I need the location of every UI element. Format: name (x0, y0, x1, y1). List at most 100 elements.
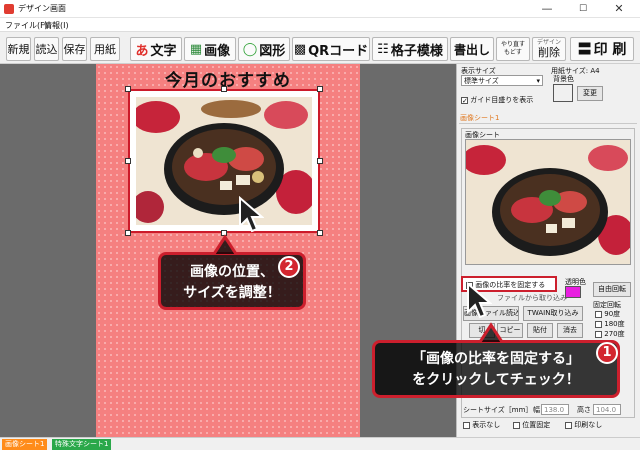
guide-checkbox[interactable]: ✓ (461, 96, 468, 104)
bg-color-swatch[interactable] (553, 84, 573, 102)
sheet-size-label: シートサイズ［mm］ (463, 406, 533, 414)
mouse-cursor-icon (467, 282, 492, 319)
toolbar: 新規 読込 保存 用紙 あ 文字 ▦ 画像 ◯ 図形 ▩ QRコード ☷ 格子模… (0, 32, 640, 64)
callout-adjust-line2: サイズを調整！ (183, 285, 281, 301)
width-input[interactable]: 138.0 (541, 404, 569, 415)
status-bar: 画像シート1 特殊文字シート1 (0, 437, 640, 450)
guide-checkbox-row[interactable]: ✓ ガイド目盛りを表示 (461, 95, 533, 105)
rotate-270-label: 270度 (604, 330, 625, 338)
twain-button[interactable]: TWAIN取り込み (523, 306, 583, 321)
design-delete-label: 削除 (538, 46, 560, 59)
resize-handle-se[interactable] (317, 230, 323, 236)
image-object[interactable] (128, 89, 320, 233)
menu-file[interactable]: ファイル(F) (5, 20, 48, 31)
sukiyaki-illustration (136, 97, 312, 225)
hide-row[interactable]: 表示なし (463, 420, 500, 430)
resize-handle-e[interactable] (317, 158, 323, 164)
resize-handle-sw[interactable] (125, 230, 131, 236)
change-color-button[interactable]: 変更 (577, 86, 603, 101)
qrcode-icon: ▩ (293, 41, 307, 57)
qrcode-tool-label: QRコード (308, 43, 369, 59)
lattice-tool-button[interactable]: ☷ 格子模様 (372, 37, 448, 61)
resize-handle-n[interactable] (221, 86, 227, 92)
pos-lock-checkbox[interactable] (513, 421, 520, 429)
image-tool-label: 画像 (204, 43, 231, 59)
qrcode-tool-button[interactable]: ▩ QRコード (292, 37, 370, 61)
image-preview (465, 139, 631, 265)
close-button[interactable]: ✕ (604, 0, 634, 18)
no-print-label: 印刷なし (574, 421, 603, 429)
undo-redo-button[interactable]: やり直す もどす (496, 37, 530, 61)
rotate-90-checkbox[interactable] (595, 310, 602, 318)
preview-illustration (466, 140, 630, 264)
shape-tool-button[interactable]: ◯ 図形 (238, 37, 290, 61)
resize-handle-w[interactable] (125, 158, 131, 164)
rotate-90-row[interactable]: 90度 (595, 309, 620, 319)
printer-icon: 〓 (577, 42, 592, 58)
maximize-button[interactable]: ☐ (568, 0, 598, 18)
pos-lock-label: 位置固定 (522, 421, 551, 429)
circle-icon: ◯ (242, 41, 258, 57)
text-icon: あ (135, 43, 149, 59)
menu-bar: ファイル(F) 情報(I) (0, 18, 640, 32)
menu-info[interactable]: 情報(I) (44, 20, 69, 31)
paper-button[interactable]: 用紙 (90, 37, 120, 61)
display-size-select[interactable]: 標準サイズ ▾ (461, 75, 543, 86)
height-label: 高さ (577, 406, 591, 414)
resize-handle-ne[interactable] (317, 86, 323, 92)
bg-color-label: 背景色 (553, 75, 574, 83)
rotate-270-checkbox[interactable] (595, 330, 602, 338)
tab-divider (459, 123, 637, 124)
window-title: デザイン画面 (18, 4, 66, 13)
sheet-tab[interactable]: 画像シート1 (460, 113, 499, 123)
import-caption: ファイルから取り込み (497, 294, 567, 302)
height-input[interactable]: 104.0 (593, 404, 621, 415)
new-button[interactable]: 新規 (6, 37, 31, 61)
status-tab-image-sheet[interactable]: 画像シート1 (2, 439, 48, 450)
step-badge-2: 2 (278, 256, 300, 278)
transparent-color-swatch[interactable] (565, 286, 581, 298)
resize-handle-nw[interactable] (125, 86, 131, 92)
display-size-value: 標準サイズ (464, 77, 499, 85)
rotate-270-row[interactable]: 270度 (595, 329, 625, 339)
delete-button[interactable]: 消去 (557, 323, 583, 338)
rotate-90-label: 90度 (604, 310, 621, 318)
step-badge-1: 1 (596, 342, 618, 364)
callout-fix-ratio-pointer (478, 322, 504, 342)
callout-fix-ratio-line1: 「画像の比率を固定する」 (412, 351, 580, 367)
redo-label: やり直す (500, 41, 525, 48)
export-button[interactable]: 書出し (450, 37, 494, 61)
pos-lock-row[interactable]: 位置固定 (513, 420, 550, 430)
load-button[interactable]: 読込 (34, 37, 59, 61)
text-tool-button[interactable]: あ 文字 (130, 37, 182, 61)
save-button[interactable]: 保存 (62, 37, 87, 61)
minimize-button[interactable]: — (532, 0, 562, 18)
print-label: 印 刷 (593, 42, 627, 58)
rotate-180-row[interactable]: 180度 (595, 319, 625, 329)
guide-label: ガイド目盛りを表示 (470, 96, 534, 104)
text-tool-label: 文字 (150, 43, 177, 59)
print-button[interactable]: 〓 印 刷 (570, 37, 634, 61)
app-icon (4, 4, 14, 14)
image-icon: ▦ (189, 41, 203, 57)
callout-adjust-pointer (212, 234, 238, 254)
lattice-icon: ☷ (377, 41, 389, 57)
image-tool-button[interactable]: ▦ 画像 (184, 37, 236, 61)
width-label: 幅 (533, 406, 540, 414)
rotate-180-checkbox[interactable] (595, 320, 602, 328)
callout-fix-ratio-line2: をクリックしてチェック！ (412, 372, 580, 388)
rotate-180-label: 180度 (604, 320, 625, 328)
undo-label: もどす (504, 49, 522, 56)
status-tab-special-text[interactable]: 特殊文字シート1 (52, 439, 112, 450)
no-print-checkbox[interactable] (565, 421, 572, 429)
sukiyaki-photo (136, 97, 312, 225)
title-bar: デザイン画面 — ☐ ✕ (0, 0, 640, 18)
lattice-tool-label: 格子模様 (390, 43, 443, 59)
mouse-cursor-icon (239, 196, 264, 233)
free-rotate-button[interactable]: 自由回転 (593, 282, 631, 297)
paste-button[interactable]: 貼付 (527, 323, 553, 338)
chevron-down-icon: ▾ (536, 77, 540, 85)
design-delete-button[interactable]: デザイン 削除 (532, 37, 566, 61)
hide-checkbox[interactable] (463, 421, 470, 429)
no-print-row[interactable]: 印刷なし (565, 420, 602, 430)
